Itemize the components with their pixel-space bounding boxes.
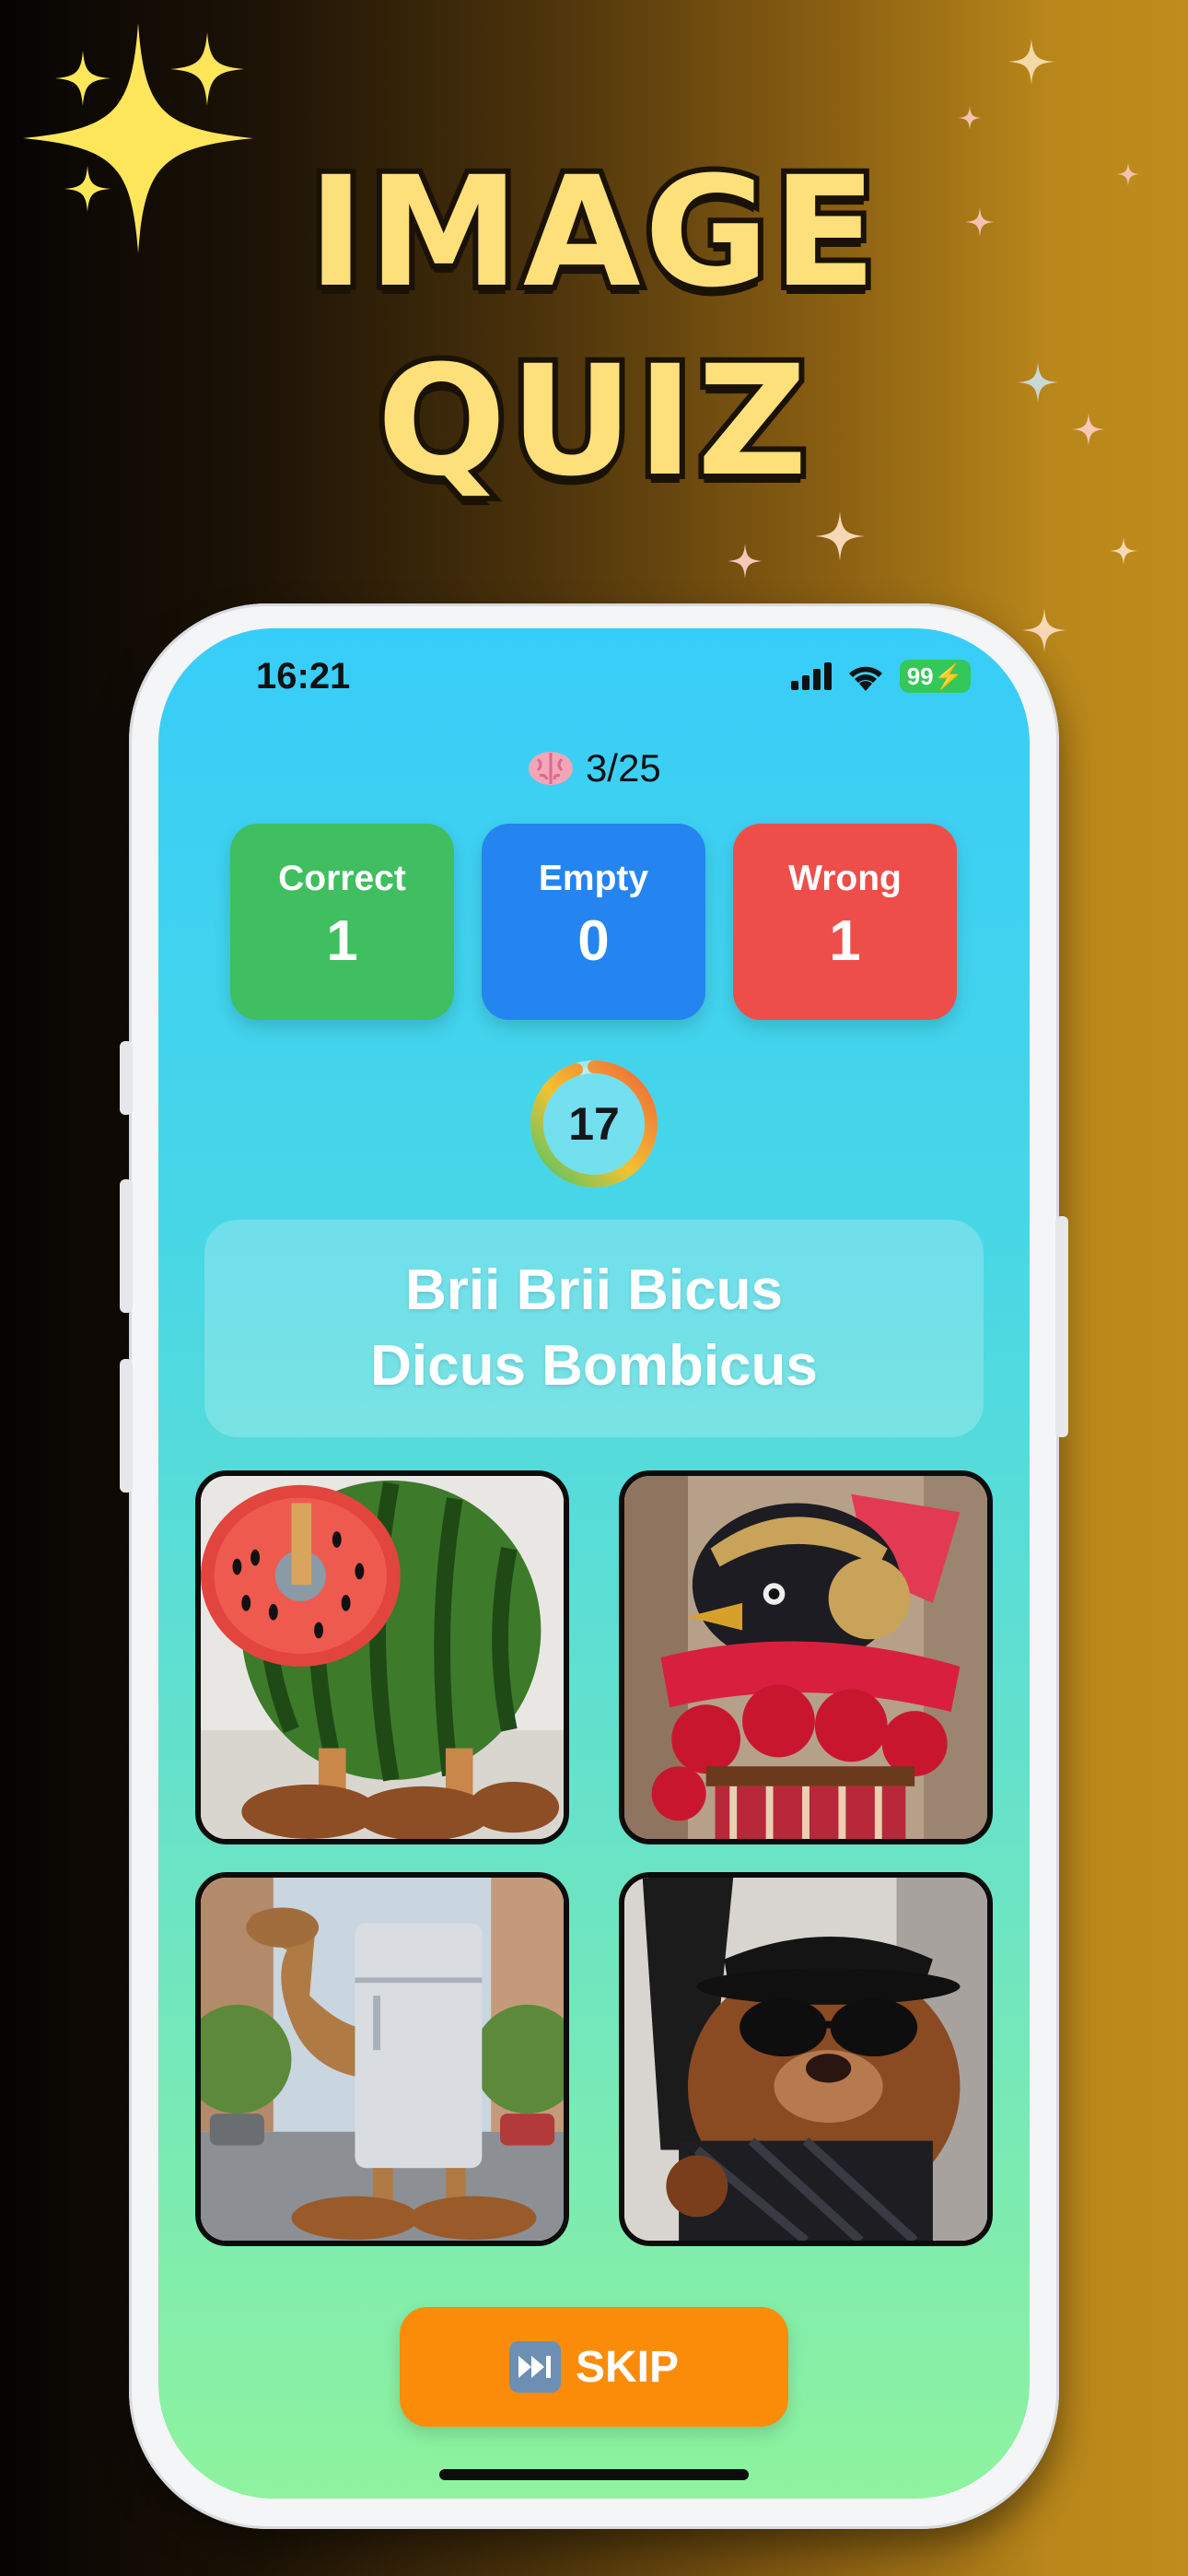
empty-stat-card: Empty 0	[482, 824, 705, 1020]
phone-volume-up-button	[120, 1179, 133, 1313]
correct-stat-card: Correct 1	[230, 824, 454, 1020]
fast-forward-icon	[508, 2341, 561, 2393]
charging-bolt-icon: ⚡	[933, 662, 963, 690]
sparkle-icon	[1022, 608, 1066, 652]
sparkle-icon	[1008, 39, 1054, 85]
wrong-count: 1	[829, 909, 861, 973]
beaver-gangster-image	[624, 1878, 987, 2241]
bird-raspberry-gladiator-image	[624, 1476, 987, 1839]
wrong-stat-card: Wrong 1	[733, 824, 957, 1020]
question-card: Brii Brii Bicus Dicus Bombicus	[204, 1220, 984, 1437]
status-time: 16:21	[256, 656, 351, 697]
skip-label: SKIP	[575, 2342, 680, 2392]
question-text: Brii Brii Bicus Dicus Bombicus	[370, 1259, 818, 1398]
brain-icon	[527, 746, 586, 790]
correct-label: Correct	[278, 859, 406, 898]
correct-count: 1	[326, 909, 358, 973]
watermelon-creature-image	[201, 1476, 564, 1839]
answer-choice-2[interactable]	[619, 1470, 993, 1844]
answer-choice-1[interactable]	[195, 1470, 569, 1844]
wifi-icon	[848, 666, 882, 691]
countdown-timer: 17	[527, 1057, 661, 1191]
score-stats: Correct 1 Empty 0 Wrong 1	[230, 824, 957, 1020]
sparkle-icon	[728, 544, 763, 579]
answer-choice-4[interactable]	[619, 1872, 993, 2246]
progress-text: 3/25	[585, 746, 661, 790]
empty-label: Empty	[538, 859, 649, 898]
empty-count: 0	[577, 909, 610, 973]
sparkle-icon	[815, 511, 865, 561]
camel-fridge-image	[201, 1878, 564, 2241]
home-indicator[interactable]	[439, 2469, 749, 2480]
battery-level: 99	[906, 662, 934, 690]
cellular-signal-icon	[790, 662, 832, 690]
wrong-label: Wrong	[788, 859, 902, 898]
sparkle-icon	[55, 51, 111, 106]
status-icons: 99⚡	[790, 660, 971, 693]
battery-indicator: 99⚡	[899, 660, 971, 693]
phone-volume-down-button	[120, 1359, 133, 1493]
promo-title-line2: QUIZ	[371, 327, 812, 515]
phone-power-button	[1055, 1216, 1068, 1437]
promo-title-line1: IMAGE	[302, 138, 881, 326]
app-screen: 16:21 99⚡ 3/25 Correct 1 Empty 0 Wrong 1…	[158, 628, 1030, 2499]
question-progress: 3/25	[158, 746, 1030, 790]
skip-button[interactable]: SKIP	[400, 2307, 788, 2427]
sparkle-icon	[1110, 537, 1137, 565]
promo-title: IMAGE QUIZ	[0, 138, 1188, 516]
phone-side-button	[120, 1041, 133, 1115]
answer-choice-3[interactable]	[195, 1872, 569, 2246]
sparkle-icon	[170, 32, 244, 106]
timer-seconds: 17	[568, 1098, 620, 1150]
sparkle-icon	[958, 106, 982, 130]
